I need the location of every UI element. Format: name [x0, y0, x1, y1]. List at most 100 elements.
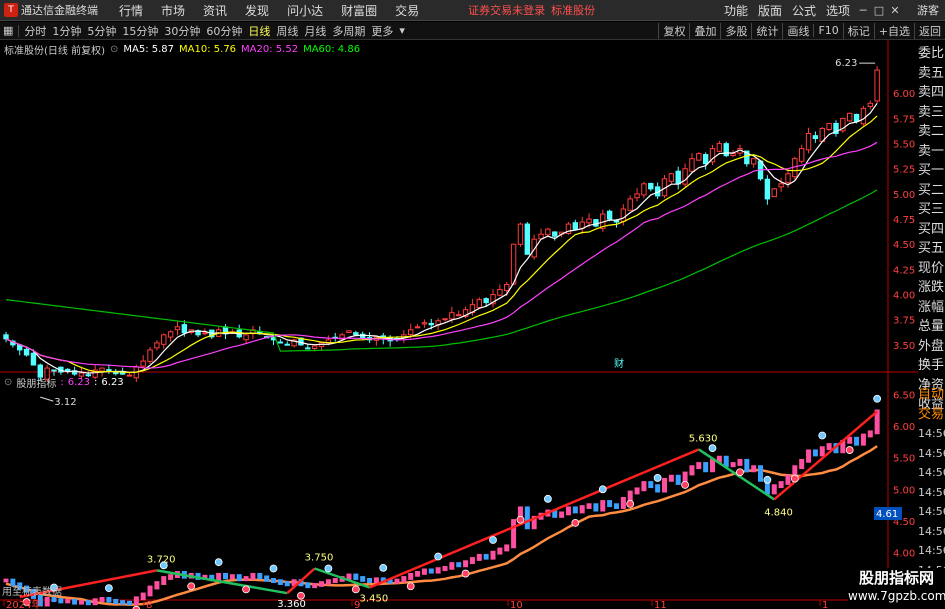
- indicator-bar-11: [78, 600, 84, 605]
- chevron-down-icon[interactable]: ▾: [396, 24, 408, 37]
- side-label-1: 卖五: [918, 65, 945, 81]
- menu-trade[interactable]: 交易: [395, 2, 419, 19]
- watermark-url: www.7gpzb.com: [848, 589, 945, 603]
- price-tick-10: 3.50: [893, 341, 915, 352]
- side-label-6: 买一: [918, 163, 945, 178]
- ind-tick-1: 6.00: [893, 422, 915, 433]
- candle-body-7: [51, 369, 57, 372]
- swing-label-1: 3.360: [277, 599, 306, 609]
- price-tick-0: 6.00: [893, 89, 915, 100]
- btn-stats[interactable]: 统计: [751, 22, 782, 39]
- indicator-bar-108: [744, 458, 750, 473]
- menu-options[interactable]: 选项: [826, 2, 850, 19]
- minimize-icon[interactable]: ─: [855, 4, 871, 17]
- btn-overlay[interactable]: 叠加: [689, 22, 720, 39]
- toolbar-grid-icon[interactable]: ▦: [0, 24, 16, 37]
- candle-body-85: [586, 218, 592, 224]
- indicator-bar-22: [154, 581, 160, 590]
- close-icon[interactable]: ✕: [887, 4, 903, 17]
- btn-back[interactable]: 返回: [914, 22, 945, 39]
- period-multi[interactable]: 多周期: [329, 23, 368, 39]
- candle-body-64: [442, 318, 448, 321]
- btn-mark[interactable]: 标记: [842, 22, 874, 39]
- period-30min[interactable]: 30分钟: [161, 23, 203, 39]
- period-daily[interactable]: 日线: [245, 23, 273, 39]
- btn-multi-stock[interactable]: 多股: [720, 22, 751, 39]
- x-tick-0: 2024年: [6, 598, 41, 609]
- indicator-footer-note: 用至标表数据: [2, 585, 62, 598]
- indicator-bar-18: [126, 600, 132, 606]
- sell-marker-39: [269, 564, 278, 573]
- price-chart[interactable]: 6.00 5.75 5.50 5.25 5.00 4.75 4.50 4.25 4.00 3.75…: [0, 40, 918, 609]
- side-label-8: 买三: [918, 202, 945, 217]
- period-weekly[interactable]: 周线: [273, 23, 301, 39]
- maximize-icon[interactable]: □: [871, 4, 887, 17]
- btn-add-watchlist[interactable]: +自选: [873, 22, 914, 39]
- settings-icon[interactable]: ⊙: [110, 44, 118, 55]
- x-tick-2: 9: [354, 600, 360, 609]
- period-60min[interactable]: 60分钟: [203, 23, 245, 39]
- indicator-bar-59: [408, 572, 414, 580]
- candle-body-109: [750, 158, 757, 165]
- menu-layout[interactable]: 版面: [758, 2, 782, 19]
- swing-label-2: 3.750: [305, 553, 334, 564]
- ind-tick-3: 5.00: [893, 485, 915, 496]
- candle-body-65: [449, 312, 455, 320]
- sell-marker-55: [379, 563, 388, 572]
- menu-market[interactable]: 行情: [119, 2, 143, 19]
- candle-body-98: [675, 170, 681, 185]
- indicator-settings-icon[interactable]: ⊙: [4, 377, 12, 388]
- side-label-12: 涨跌: [918, 280, 945, 295]
- menu-exchange[interactable]: 市场: [161, 2, 185, 19]
- side-label-13: 涨幅: [918, 299, 945, 315]
- swing-label-3: 3.450: [360, 594, 389, 605]
- period-5min[interactable]: 5分钟: [84, 23, 119, 39]
- indicator-bar-89: [613, 503, 619, 509]
- menu-formula[interactable]: 公式: [792, 2, 816, 19]
- low-price-label: 3.12: [54, 397, 76, 408]
- buy-marker-107: [736, 468, 744, 477]
- ma60-label: MA60: 4.86: [303, 44, 361, 55]
- candle-body-50: [346, 330, 352, 334]
- candle-body-125: [860, 107, 867, 125]
- btn-draw[interactable]: 画线: [782, 22, 813, 39]
- indicator-bar-19: [133, 596, 139, 606]
- period-monthly[interactable]: 月线: [301, 23, 329, 39]
- menu-news[interactable]: 资讯: [203, 2, 227, 19]
- candle-body-114: [785, 173, 791, 183]
- indicator-bar-84: [579, 505, 585, 514]
- indicator-bar-97: [668, 474, 674, 482]
- period-1min[interactable]: 1分钟: [49, 23, 84, 39]
- menu-function[interactable]: 功能: [724, 2, 748, 19]
- indicator-bar-45: [312, 583, 318, 589]
- period-more[interactable]: 更多: [368, 23, 396, 39]
- price-tick-2: 5.50: [893, 140, 915, 151]
- period-15min[interactable]: 15分钟: [119, 23, 161, 39]
- indicator-bar-36: [250, 572, 256, 580]
- ma-line-ma5: [5, 102, 878, 374]
- indicator-bar-12: [85, 600, 91, 606]
- candle-body-104: [716, 143, 723, 152]
- trade-label-8: 14:56: [918, 544, 945, 557]
- guest-label[interactable]: 游客: [917, 2, 939, 18]
- indicator-bar-90: [620, 496, 626, 509]
- buy-marker-83: [571, 518, 580, 527]
- period-intraday[interactable]: 分时: [21, 23, 49, 39]
- menu-wealth[interactable]: 财富圈: [341, 2, 377, 19]
- btn-adjust[interactable]: 复权: [658, 22, 689, 39]
- menu-ask[interactable]: 问小达: [287, 2, 323, 19]
- side-label-3: 卖三: [918, 104, 945, 120]
- login-alert[interactable]: 证券交易未登录: [468, 2, 545, 18]
- price-tick-7: 4.25: [893, 265, 915, 276]
- candle-body-99: [682, 168, 688, 185]
- sell-marker-71: [489, 536, 497, 544]
- indicator-bar-51: [353, 573, 359, 580]
- indicator-bar-13: [92, 598, 98, 606]
- btn-f10[interactable]: F10: [813, 24, 842, 37]
- indicator-bar-38: [264, 575, 270, 582]
- indicator-bar-107: [737, 458, 743, 466]
- indicator-bar-40: [277, 579, 283, 585]
- menu-discover[interactable]: 发现: [245, 2, 269, 19]
- indicator-bar-24: [168, 574, 174, 580]
- ma-line-ma60: [5, 189, 878, 352]
